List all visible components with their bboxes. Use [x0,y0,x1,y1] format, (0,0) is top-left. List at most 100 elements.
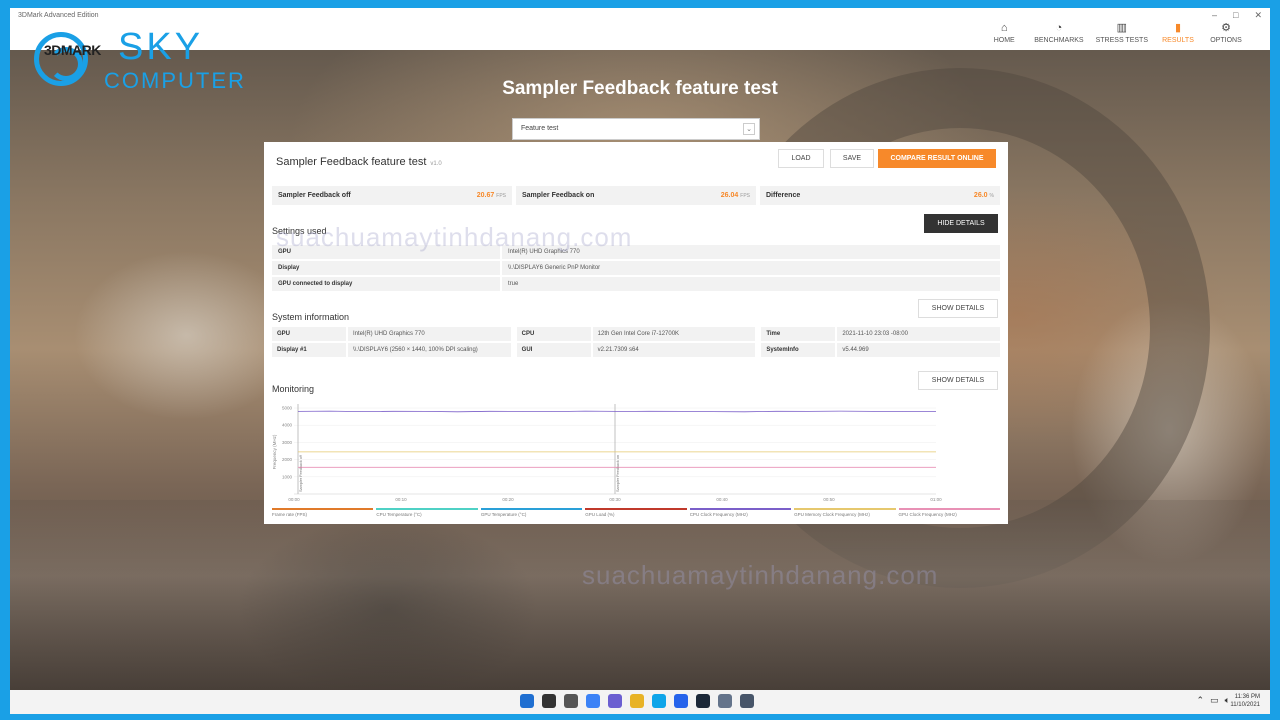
sysinfo-key: GUI [516,343,591,357]
y-tick-label: 2000 [282,457,293,462]
y-tick-label: 3000 [282,440,293,445]
search-icon[interactable] [542,694,556,708]
volume-icon[interactable]: 🔈︎ [1225,695,1230,706]
score-name: Difference [766,192,801,199]
show-details-button[interactable]: SHOW DETAILS [918,299,998,318]
legend-label: GPU Memory Clock Frequency (MHz) [794,512,870,517]
app2-icon[interactable] [740,694,754,708]
sysinfo-value: v2.21.7309 s64 [592,343,756,357]
app-logo-text: 3DMARK [44,42,101,58]
maximize-button[interactable]: □ [1233,10,1238,21]
settings-key: Display [272,261,500,275]
sysinfo-key: Display #1 [272,343,346,357]
sysinfo-key: GPU [272,327,346,341]
result-panel: Sampler Feedback feature test v1.0 LOAD S… [264,142,1008,524]
save-button[interactable]: SAVE [830,149,874,168]
task-view-icon[interactable] [564,694,578,708]
legend-swatch [272,508,374,510]
x-tick-label: 00:10 [395,497,407,502]
test-marker-label: Sampler Feedback off [299,454,303,492]
legend-label: GPU Load (%) [585,512,615,517]
background-floor [10,500,1270,690]
widgets-icon[interactable] [586,694,600,708]
score-value-wrap: 26.04 FPS [721,192,750,199]
nav-label: RESULTS [1162,37,1194,44]
compare-online-button[interactable]: COMPARE RESULT ONLINE [878,149,996,168]
legend-item: GPU Load (%) [585,508,687,517]
sysinfo-row: GPU Intel(R) UHD Graphics 770 [272,327,511,341]
start-icon[interactable] [520,694,534,708]
score-name: Sampler Feedback on [522,192,595,199]
sysinfo-value: \\.\DISPLAY6 (2560 × 1440, 100% DPI scal… [348,343,511,357]
load-button[interactable]: LOAD [778,149,824,168]
score-value: 20.67 [476,192,495,199]
score-value-wrap: 20.67 FPS [477,192,506,199]
x-tick-label: 00:40 [716,497,728,502]
chat-icon[interactable] [608,694,622,708]
store-icon[interactable] [674,694,688,708]
settings-heading: Settings used [272,226,327,236]
legend-item: GPU Temperature (°C) [480,508,583,517]
nav-home[interactable]: ⌂ HOME [986,22,1022,44]
clock[interactable]: 11:36 PM 11/10/2021 [1230,693,1260,709]
nav-benchmarks[interactable]: ◔ BENCHMARKS [1034,22,1083,44]
legend-item: GPU Clock Frequency (MHz) [898,508,1000,517]
result-title: Sampler Feedback feature test v1.0 [276,156,442,168]
legend-label: GPU Clock Frequency (MHz) [898,512,957,517]
legend-item: CPU Clock Frequency (MHz) [689,508,792,517]
legend-swatch [480,508,583,510]
hide-details-button[interactable]: HIDE DETAILS [924,214,998,233]
app-window: 3DMark Advanced Edition – □ ✕ ⌂ HOME ◔ B… [10,8,1270,690]
legend-swatch [898,508,1000,510]
feature-test-select[interactable]: Feature test ⌄ [512,118,760,140]
sysinfo-value: Intel(R) UHD Graphics 770 [348,327,511,341]
edge-icon[interactable] [652,694,666,708]
gauge-icon: ◔ [1055,22,1063,34]
settings-value: \\.\DISPLAY6 Generic PnP Monitor [502,261,1000,275]
score-feedback-on: Sampler Feedback on 26.04 FPS [516,186,756,205]
network-icon[interactable]: ▭ [1210,695,1219,706]
settings-row: GPU connected to display true [272,277,1000,291]
sysinfo-key: Time [761,327,836,341]
legend-label: CPU Temperature (°C) [376,512,422,517]
sysinfo-key: SystemInfo [761,343,836,357]
nav-label: STRESS TESTS [1095,37,1148,44]
monitoring-show-details-button[interactable]: SHOW DETAILS [918,371,998,390]
settings-table: GPU Intel(R) UHD Graphics 770 Display \\… [272,245,1000,293]
nav-stress-tests[interactable]: ▥ STRESS TESTS [1096,22,1148,44]
settings-row: Display \\.\DISPLAY6 Generic PnP Monitor [272,261,1000,275]
sysinfo-value: 2021-11-10 23:03 -08:00 [837,327,1000,341]
y-tick-label: 1000 [282,474,293,479]
nav-label: HOME [993,37,1015,44]
sysinfo-key: CPU [516,327,591,341]
legend-item: Frame rate (FPS) [272,508,374,517]
monitoring-heading: Monitoring [272,384,315,394]
window-title: 3DMark Advanced Edition [18,12,99,19]
sysinfo-row: Time 2021-11-10 23:03 -08:00 [761,327,1000,341]
sysinfo-value: 12th Gen Intel Core i7-12700K [592,327,756,341]
settings-key: GPU connected to display [272,277,500,291]
brand-name: SKY [118,26,204,68]
result-title-text: Sampler Feedback feature test [276,156,427,168]
legend-label: CPU Clock Frequency (MHz) [689,512,748,517]
nav-results[interactable]: ▮ RESULTS [1160,22,1196,44]
score-name: Sampler Feedback off [278,192,351,199]
legend-item: GPU Memory Clock Frequency (MHz) [794,508,896,517]
explorer-icon[interactable] [630,694,644,708]
clock-date: 11/10/2021 [1230,702,1260,708]
chevron-up-icon[interactable]: ⌃ [1197,695,1205,706]
x-tick-label: 00:20 [502,497,514,502]
y-tick-label: 4000 [282,423,293,428]
nav-options[interactable]: ⚙ OPTIONS [1208,22,1244,44]
x-tick-label: 00:00 [288,497,300,502]
system-tray: ⌃ ▭ 🔈︎ [1197,695,1230,706]
minimize-button[interactable]: – [1212,10,1217,21]
steam-icon[interactable] [696,694,710,708]
sysinfo-row: CPU 12th Gen Intel Core i7-12700K [516,327,756,341]
sysinfo-table: GPU Intel(R) UHD Graphics 770 CPU 12th Gen… [272,327,1000,357]
app-icon[interactable] [718,694,732,708]
score-unit: % [989,193,994,199]
close-button[interactable]: ✕ [1254,10,1262,21]
y-axis-label: Frequency (MHz) [272,434,277,469]
legend-swatch [585,508,687,510]
